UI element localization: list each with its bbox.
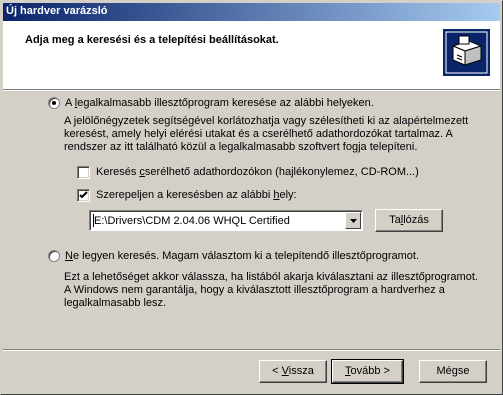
manual-select-radio[interactable] <box>48 250 60 262</box>
title-bar[interactable]: Új hardver varázsló <box>3 3 500 21</box>
window-title: Új hardver varázsló <box>6 5 108 17</box>
search-location-radio[interactable] <box>48 97 60 109</box>
checkmark-icon <box>79 191 88 199</box>
search-path-value: E:\Drivers\CDM 2.04.06 WHQL Certified <box>94 215 290 227</box>
cancel-button[interactable]: Mégse <box>419 360 487 383</box>
wizard-window: Új hardver varázsló Adja meg a keresési … <box>0 0 503 395</box>
search-description: A jelölőnégyzetek segítségével korlátozh… <box>64 115 469 153</box>
next-button[interactable]: Tovább > <box>331 359 404 384</box>
chevron-down-icon <box>350 219 357 223</box>
dropdown-button[interactable] <box>345 212 361 229</box>
search-path-combobox[interactable]: E:\Drivers\CDM 2.04.06 WHQL Certified <box>89 210 363 231</box>
page-title: Adja meg a keresési és a telepítési beál… <box>25 34 279 46</box>
include-location-checkbox[interactable] <box>77 189 90 202</box>
removable-media-checkbox[interactable] <box>77 166 90 179</box>
footer-divider <box>3 349 500 351</box>
wizard-header: Adja meg a keresési és a telepítési beál… <box>3 21 500 89</box>
manual-select-description: Ezt a lehetőséget akkor válassza, ha lis… <box>64 271 478 309</box>
hardware-wizard-icon <box>443 29 490 76</box>
back-button[interactable]: < Vissza <box>259 360 327 383</box>
header-divider <box>3 89 500 91</box>
include-location-label[interactable]: Szerepeljen a keresésben az alábbi hely: <box>96 189 297 201</box>
browse-button[interactable]: Tallózás <box>375 209 443 232</box>
removable-media-label[interactable]: Keresés cserélhető adathordozókon (hajlé… <box>96 166 419 178</box>
manual-select-label[interactable]: Ne legyen keresés. Magam választom ki a … <box>65 250 419 262</box>
search-location-label[interactable]: A legalkalmasabb illesztőprogram keresés… <box>65 97 374 109</box>
radio-selected-dot <box>52 101 56 105</box>
